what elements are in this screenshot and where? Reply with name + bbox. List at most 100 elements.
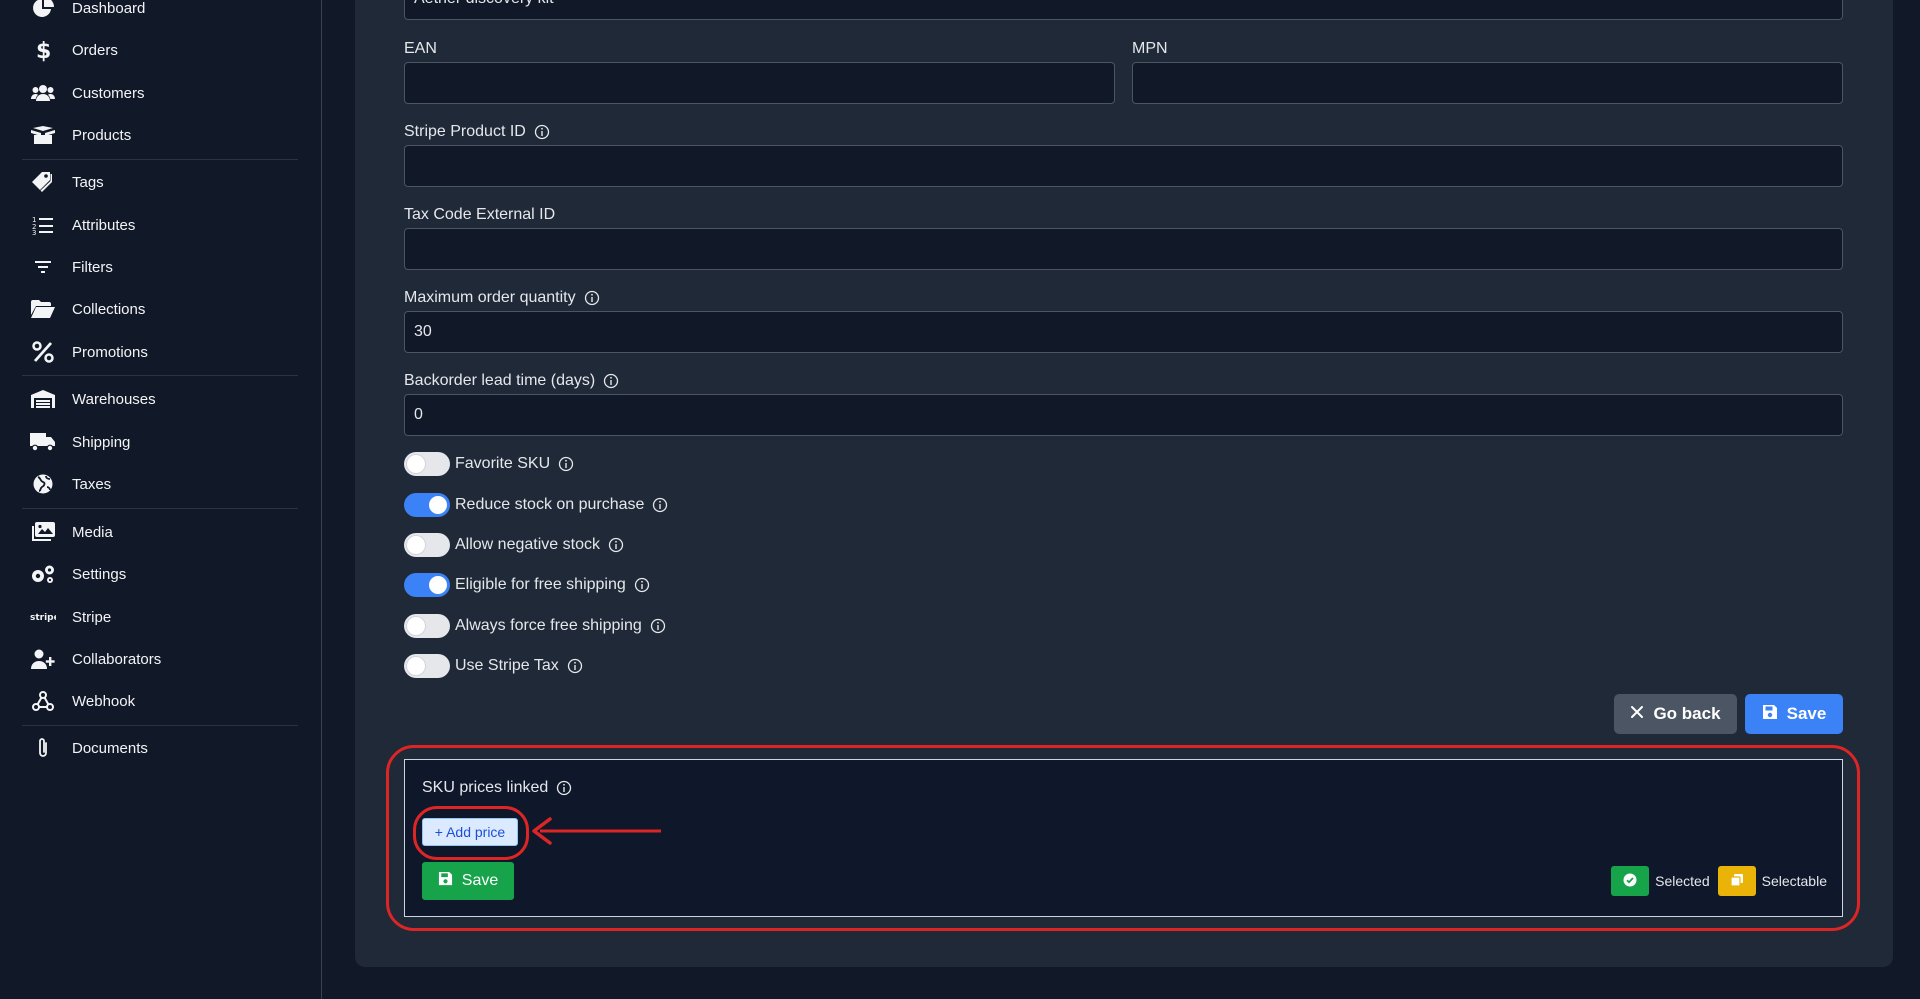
toggle-label: Allow negative stock [455, 536, 600, 553]
toggle-label: Eligible for free shipping [455, 576, 626, 593]
backorder-lead-label-text: Backorder lead time (days) [404, 372, 596, 389]
users-icon [30, 82, 56, 104]
add-price-button[interactable]: + Add price [422, 818, 518, 846]
legend-selected-label: Selected [1655, 873, 1710, 889]
box-icon [30, 124, 56, 146]
svg-text:3: 3 [32, 229, 36, 235]
sidebar-item-tags[interactable]: Tags [22, 167, 298, 197]
toggle-label: Always force free shipping [455, 617, 642, 634]
sidebar-item-promotions[interactable]: Promotions [22, 337, 298, 367]
sidebar-item-filters[interactable]: Filters [22, 252, 298, 282]
toggle-row-free-shipping: Eligible for free shipping [404, 573, 650, 597]
toggle-row-force-free-shipping: Always force free shipping [404, 614, 666, 638]
free-shipping-toggle[interactable] [404, 573, 450, 597]
images-icon [30, 521, 56, 543]
sidebar-item-label: Products [72, 126, 132, 144]
sidebar-item-stripe[interactable]: stripe Stripe [22, 602, 298, 632]
dollar-icon: $ [30, 39, 56, 62]
sidebar-item-documents[interactable]: Documents [22, 733, 298, 763]
ean-label-text: EAN [404, 40, 437, 57]
sidebar-divider [22, 375, 298, 376]
filter-lines-icon [30, 256, 56, 278]
sidebar-item-orders[interactable]: $ Orders [22, 35, 298, 65]
mpn-label: MPN [1132, 40, 1168, 58]
max-order-qty-input[interactable] [404, 311, 1843, 353]
sku-prices-save-label: Save [461, 872, 499, 889]
percent-icon [30, 341, 56, 363]
sku-prices-save-button[interactable]: Save [422, 862, 514, 900]
toggle-knob [429, 576, 447, 594]
sidebar-item-label: Warehouses [72, 390, 156, 408]
sidebar-item-label: Settings [72, 565, 127, 583]
sidebar-item-label: Webhook [72, 692, 136, 710]
backorder-lead-input[interactable] [404, 394, 1843, 436]
sidebar-item-products[interactable]: Products [22, 120, 298, 150]
save-button[interactable]: Save [1745, 694, 1843, 734]
sku-prices-panel: SKU prices linked + Add price Save Selec… [404, 759, 1843, 917]
tax-code-input[interactable] [404, 228, 1843, 270]
sidebar-item-settings[interactable]: Settings [22, 559, 298, 589]
toggle-label: Use Stripe Tax [455, 657, 559, 674]
info-icon[interactable] [558, 456, 574, 472]
copy-icon [1730, 873, 1744, 890]
stripe-tax-toggle[interactable] [404, 654, 450, 678]
tags-icon [30, 171, 56, 193]
sidebar-item-dashboard[interactable]: Dashboard [22, 0, 298, 23]
info-icon[interactable] [584, 290, 600, 306]
sidebar-item-label: Customers [72, 84, 145, 102]
info-icon[interactable] [603, 373, 619, 389]
max-order-qty-label-text: Maximum order quantity [404, 289, 576, 306]
toggle-knob [407, 617, 425, 635]
selected-swatch [1611, 866, 1650, 896]
sidebar-item-collaborators[interactable]: Collaborators [22, 644, 298, 674]
sidebar-item-label: Promotions [72, 343, 148, 361]
sidebar-item-label: Stripe [72, 608, 112, 626]
info-icon[interactable] [652, 497, 668, 513]
sidebar-item-label: Collaborators [72, 650, 162, 668]
stripe-product-id-input[interactable] [404, 145, 1843, 187]
sidebar-divider [22, 508, 298, 509]
sidebar-item-webhook[interactable]: Webhook [22, 686, 298, 716]
sidebar-item-customers[interactable]: Customers [22, 78, 298, 108]
info-icon[interactable] [650, 618, 666, 634]
selectable-swatch [1717, 866, 1756, 896]
reduce-stock-toggle[interactable] [404, 493, 450, 517]
sidebar-item-taxes[interactable]: Taxes [22, 469, 298, 499]
mpn-input[interactable] [1132, 62, 1843, 104]
ean-label: EAN [404, 40, 437, 58]
svg-text:stripe: stripe [30, 613, 56, 623]
allow-negative-stock-toggle[interactable] [404, 533, 450, 557]
save-label: Save [1786, 704, 1827, 723]
sidebar-item-label: Attributes [72, 216, 136, 234]
info-icon[interactable] [608, 537, 624, 553]
toggle-knob [407, 455, 425, 473]
toggle-row-favorite-sku: Favorite SKU [404, 452, 574, 476]
sidebar-item-attributes[interactable]: 123 Attributes [22, 210, 298, 240]
toggle-knob [407, 536, 425, 554]
max-order-qty-label: Maximum order quantity [404, 289, 600, 307]
toggle-knob [429, 496, 447, 514]
go-back-button[interactable]: Go back [1614, 694, 1737, 734]
info-icon[interactable] [534, 124, 550, 140]
sidebar-item-warehouses[interactable]: Warehouses [22, 384, 298, 414]
sidebar-item-label: Tags [72, 173, 104, 191]
sidebar-item-collections[interactable]: Collections [22, 294, 298, 324]
force-free-shipping-toggle[interactable] [404, 614, 450, 638]
info-icon[interactable] [556, 780, 572, 796]
favorite-sku-toggle[interactable] [404, 452, 450, 476]
pie-chart-icon [30, 0, 56, 19]
sidebar-item-media[interactable]: Media [22, 517, 298, 547]
gears-icon [30, 563, 56, 585]
toggle-row-allow-negative-stock: Allow negative stock [404, 533, 624, 557]
stripe-product-id-label-text: Stripe Product ID [404, 123, 526, 140]
sku-name-input[interactable] [404, 0, 1843, 20]
sidebar-divider [22, 725, 298, 726]
backorder-lead-label: Backorder lead time (days) [404, 372, 619, 390]
sidebar-item-shipping[interactable]: Shipping [22, 427, 298, 457]
svg-text:$: $ [36, 39, 51, 62]
ean-input[interactable] [404, 62, 1115, 104]
info-icon[interactable] [634, 577, 650, 593]
toggle-row-reduce-stock: Reduce stock on purchase [404, 493, 668, 517]
toggle-label: Reduce stock on purchase [455, 496, 645, 513]
info-icon[interactable] [567, 658, 583, 674]
